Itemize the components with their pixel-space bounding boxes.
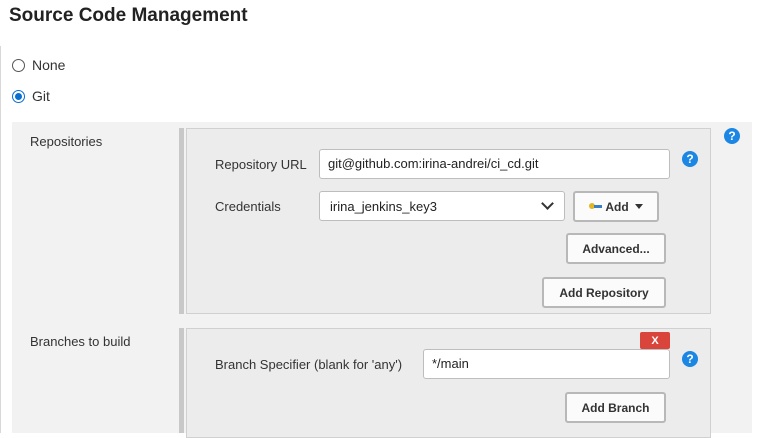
key-icon — [589, 202, 603, 212]
caret-down-icon — [634, 204, 643, 209]
delete-branch-button[interactable]: X — [640, 332, 670, 349]
add-branch-button[interactable]: Add Branch — [565, 392, 666, 423]
scm-option-none-label: None — [32, 57, 66, 73]
help-icon[interactable]: ? — [724, 128, 740, 144]
help-icon[interactable]: ? — [682, 351, 698, 367]
add-repository-button[interactable]: Add Repository — [542, 277, 666, 308]
chevron-down-icon — [541, 197, 554, 210]
credentials-select[interactable]: irina_jenkins_key3 — [319, 191, 565, 221]
credentials-label: Credentials — [215, 199, 281, 214]
branch-specifier-label: Branch Specifier (blank for 'any') — [215, 357, 403, 372]
section-title: Source Code Management — [9, 5, 248, 26]
repository-url-label: Repository URL — [215, 157, 307, 172]
credentials-selected-value: irina_jenkins_key3 — [330, 198, 437, 214]
section-divider — [0, 46, 1, 433]
add-credentials-label: Add — [605, 199, 629, 214]
advanced-button[interactable]: Advanced... — [566, 233, 666, 264]
branches-group-bar — [179, 328, 184, 433]
help-icon[interactable]: ? — [682, 151, 698, 167]
scm-option-git[interactable]: Git — [12, 87, 50, 105]
branch-specifier-input[interactable]: */main — [423, 349, 670, 379]
add-credentials-button[interactable]: Add — [573, 191, 659, 222]
scm-option-none[interactable]: None — [12, 56, 65, 74]
radio-none[interactable] — [12, 58, 25, 72]
branches-label: Branches to build — [30, 334, 131, 349]
radio-git[interactable] — [12, 89, 25, 103]
repositories-group-bar — [179, 128, 184, 314]
repositories-label: Repositories — [30, 134, 103, 149]
scm-option-git-label: Git — [32, 88, 50, 104]
repository-url-input[interactable]: git@github.com:irina-andrei/ci_cd.git — [319, 149, 670, 179]
